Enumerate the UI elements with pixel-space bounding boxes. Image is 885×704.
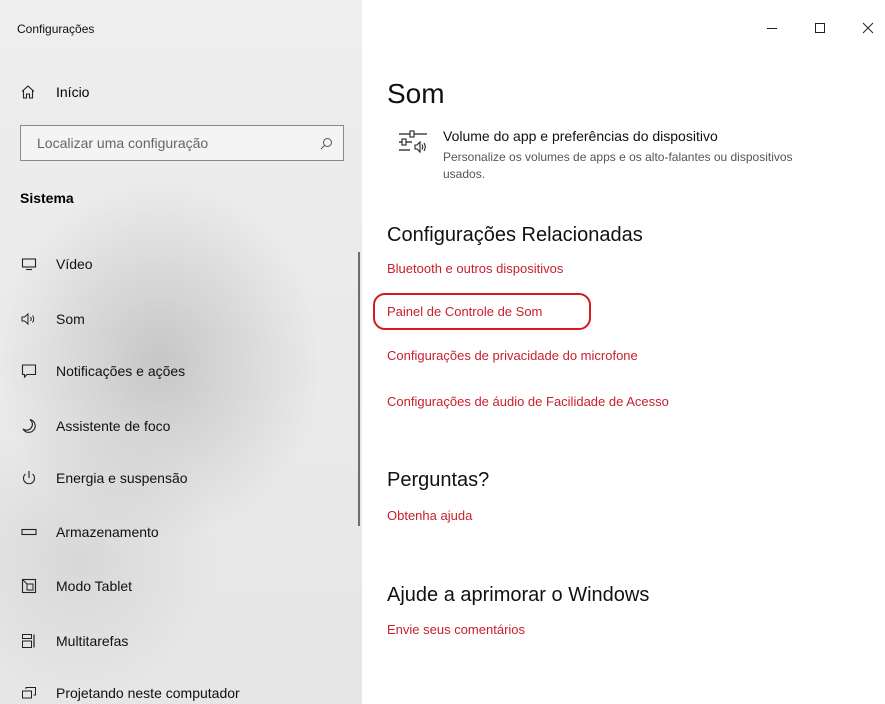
close-button[interactable] bbox=[853, 18, 883, 42]
sidebar-item-energia[interactable]: Energia e suspensão bbox=[20, 470, 188, 486]
volume-preferences-link[interactable]: Volume do app e preferências do disposit… bbox=[443, 128, 718, 144]
minimize-button[interactable] bbox=[757, 18, 787, 42]
sidebar-scrollbar[interactable] bbox=[358, 252, 360, 526]
home-link[interactable]: Início bbox=[20, 84, 89, 100]
questions-heading: Perguntas? bbox=[387, 469, 490, 491]
sidebar-item-modo-tablet[interactable]: Modo Tablet bbox=[20, 578, 132, 594]
home-label: Início bbox=[56, 84, 90, 100]
highlight-circle bbox=[373, 293, 591, 330]
multitask-icon bbox=[20, 633, 38, 649]
sidebar-item-armazenamento[interactable]: Armazenamento bbox=[20, 524, 159, 540]
sidebar-item-label: Energia e suspensão bbox=[56, 470, 188, 486]
search-input[interactable] bbox=[35, 134, 320, 152]
home-icon bbox=[20, 84, 36, 100]
close-icon bbox=[862, 21, 874, 39]
sidebar: Configurações Início Sistema Vídeo Som N… bbox=[0, 0, 362, 704]
get-help-link[interactable]: Obtenha ajuda bbox=[387, 508, 472, 523]
ease-of-access-audio-link[interactable]: Configurações de áudio de Facilidade de … bbox=[387, 394, 669, 409]
sidebar-item-notificacoes[interactable]: Notificações e ações bbox=[20, 363, 185, 379]
monitor-icon bbox=[20, 256, 38, 272]
section-label-sistema: Sistema bbox=[20, 190, 74, 206]
volume-mixer-icon[interactable] bbox=[398, 129, 428, 155]
maximize-icon bbox=[814, 21, 826, 39]
speaker-icon bbox=[20, 311, 38, 327]
send-feedback-link[interactable]: Envie seus comentários bbox=[387, 622, 525, 637]
volume-preferences-description: Personalize os volumes de apps e os alto… bbox=[443, 150, 793, 181]
sidebar-item-label: Assistente de foco bbox=[56, 418, 171, 434]
sidebar-item-label: Vídeo bbox=[56, 256, 93, 272]
microphone-privacy-link[interactable]: Configurações de privacidade do microfon… bbox=[387, 348, 638, 363]
project-icon bbox=[20, 685, 38, 701]
bluetooth-link[interactable]: Bluetooth e outros dispositivos bbox=[387, 261, 563, 276]
sidebar-item-label: Multitarefas bbox=[56, 633, 129, 649]
tablet-icon bbox=[20, 578, 38, 594]
related-settings-heading: Configurações Relacionadas bbox=[387, 224, 643, 246]
notification-icon bbox=[20, 363, 38, 379]
sidebar-item-label: Projetando neste computador bbox=[56, 685, 240, 701]
sidebar-item-multitarefas[interactable]: Multitarefas bbox=[20, 633, 128, 649]
improve-windows-heading: Ajude a aprimorar o Windows bbox=[387, 584, 650, 606]
maximize-button[interactable] bbox=[805, 18, 835, 42]
sidebar-item-projetando[interactable]: Projetando neste computador bbox=[20, 685, 240, 701]
search-box[interactable] bbox=[20, 125, 344, 161]
page-title: Som bbox=[387, 78, 445, 109]
sidebar-item-video[interactable]: Vídeo bbox=[20, 256, 93, 272]
storage-icon bbox=[20, 524, 38, 540]
sidebar-item-label: Armazenamento bbox=[56, 524, 159, 540]
sidebar-item-label: Som bbox=[56, 311, 85, 327]
sidebar-item-label: Notificações e ações bbox=[56, 363, 186, 379]
search-icon[interactable] bbox=[320, 137, 333, 150]
minimize-icon bbox=[766, 21, 778, 39]
moon-icon bbox=[20, 418, 38, 434]
sidebar-item-assistente-foco[interactable]: Assistente de foco bbox=[20, 418, 170, 434]
power-icon bbox=[20, 470, 38, 486]
sidebar-item-som[interactable]: Som bbox=[20, 311, 85, 327]
app-title: Configurações bbox=[17, 22, 95, 36]
sidebar-item-label: Modo Tablet bbox=[56, 578, 133, 594]
